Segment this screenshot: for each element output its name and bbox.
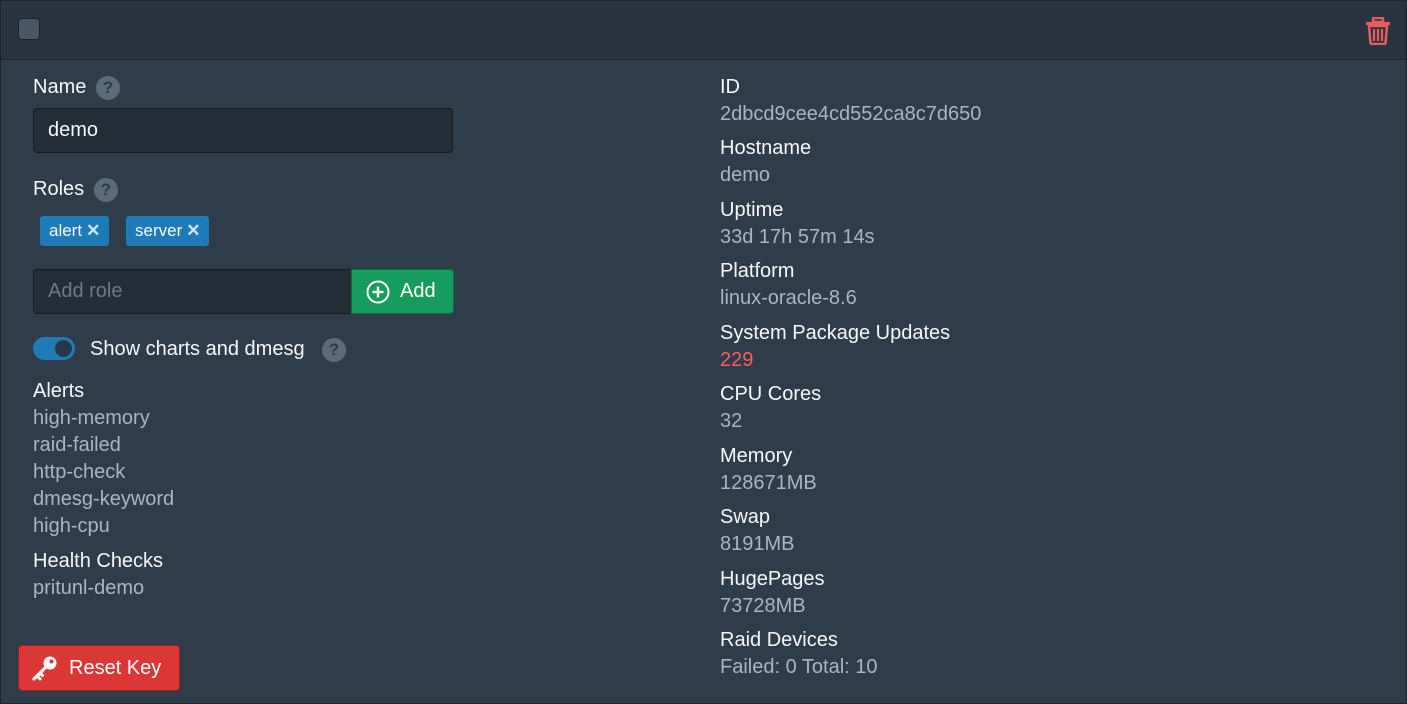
trash-icon[interactable] [1365,16,1391,46]
id-value: 2dbcd9cee4cd552ca8c7d650 [720,103,982,125]
remove-role-icon[interactable]: ✕ [86,221,100,240]
hostname-value: demo [720,164,771,186]
role-tag: server ✕ [126,216,210,246]
health-check-item: pritunl-demo [33,577,145,599]
hostname-label: Hostname [720,137,812,159]
help-icon[interactable]: ? [94,178,118,202]
health-checks-label: Health Checks [33,550,164,572]
select-checkbox[interactable] [18,18,40,40]
uptime-value: 33d 17h 57m 14s [720,226,875,248]
role-tag-label: server [135,221,183,240]
updates-label: System Package Updates [720,322,951,344]
show-charts-toggle[interactable] [33,337,75,360]
alert-item: http-check [33,461,126,483]
hugepages-value: 73728MB [720,595,806,617]
add-role-button[interactable]: Add [351,269,454,314]
name-input[interactable] [33,108,453,153]
reset-key-label: Reset Key [69,656,162,679]
help-icon[interactable]: ? [322,338,346,362]
raid-label: Raid Devices [720,629,838,651]
hugepages-label: HugePages [720,568,825,590]
alert-item: raid-failed [33,434,121,456]
key-icon [32,656,57,681]
memory-label: Memory [720,445,793,467]
platform-value: linux-oracle-8.6 [720,287,857,309]
memory-value: 128671MB [720,472,817,494]
node-card: Name ? Roles ? alert✕ server✕ Add Show c… [0,0,1407,704]
updates-value: 229 [720,349,754,371]
role-tag-label: alert [49,221,83,240]
show-charts-label: Show charts and dmesg [90,338,305,360]
id-label: ID [720,76,740,98]
cpu-cores-value: 32 [720,410,743,432]
role-tag: alert ✕ [40,216,110,246]
plus-circle-icon [366,280,390,303]
alert-item: high-memory [33,407,150,429]
name-label: Name [33,76,87,98]
remove-role-icon[interactable]: ✕ [186,221,200,240]
uptime-label: Uptime [720,199,784,221]
add-button-label: Add [400,280,436,302]
alerts-label: Alerts [33,380,85,402]
add-role-input[interactable] [33,269,351,314]
swap-value: 8191MB [720,533,795,555]
platform-label: Platform [720,260,795,282]
roles-label: Roles [33,178,85,200]
cpu-cores-label: CPU Cores [720,383,822,405]
reset-key-button[interactable]: Reset Key [18,645,180,691]
raid-value: Failed: 0 Total: 10 [720,656,878,678]
alert-item: dmesg-keyword [33,488,175,510]
card-header [1,1,1406,60]
swap-label: Swap [720,506,771,528]
alert-item: high-cpu [33,515,110,537]
toggle-knob [55,340,72,357]
help-icon[interactable]: ? [96,76,120,100]
